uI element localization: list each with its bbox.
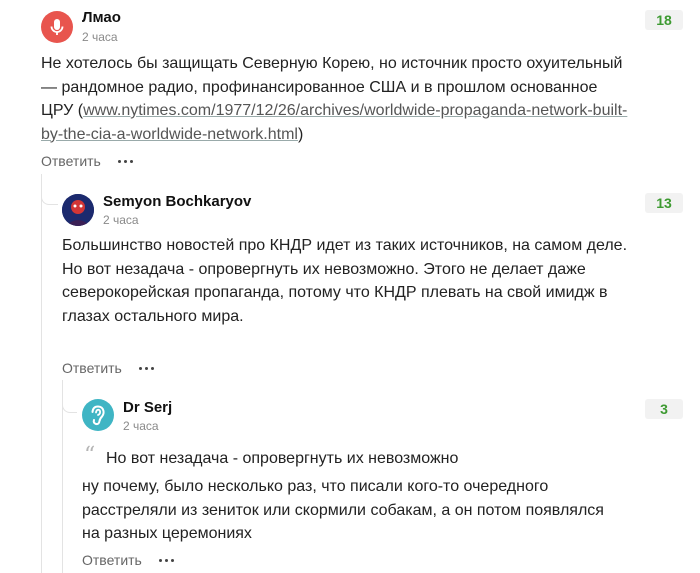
comment-semyon: Semyon Bochkaryov 2 часа 13 Большинство … xyxy=(0,188,700,378)
author-name[interactable]: Semyon Bochkaryov xyxy=(103,193,251,210)
dot-icon xyxy=(139,367,142,370)
quote-text: Но вот незадача - опровергнуть их невозм… xyxy=(106,450,459,467)
avatar[interactable] xyxy=(62,194,94,226)
dot-icon xyxy=(124,160,127,163)
ear-icon xyxy=(91,405,105,426)
dot-icon xyxy=(159,559,162,562)
rating-badge: 18 xyxy=(645,10,683,30)
avatar[interactable] xyxy=(41,11,73,43)
microphone-icon xyxy=(50,19,64,35)
comment-text: Большинство новостей про КНДР идет из та… xyxy=(62,234,632,328)
author-name[interactable]: Лмао xyxy=(82,9,121,26)
user-photo-icon xyxy=(62,194,94,226)
more-options-button[interactable] xyxy=(139,367,154,370)
comment-paragraph: Большинство новостей про КНДР идет из та… xyxy=(62,237,628,254)
dot-icon xyxy=(130,160,133,163)
reply-button[interactable]: Ответить xyxy=(41,153,101,169)
comment-text: ну почему, было несколько раз, что писал… xyxy=(82,478,604,542)
dot-icon xyxy=(151,367,154,370)
author-name[interactable]: Dr Serj xyxy=(123,399,172,416)
more-options-button[interactable] xyxy=(159,559,174,562)
quote-icon: “ xyxy=(84,443,96,468)
comment-text-after: ) xyxy=(297,125,304,143)
dot-icon xyxy=(145,367,148,370)
dot-icon xyxy=(118,160,121,163)
reply-button[interactable]: Ответить xyxy=(82,552,142,568)
dot-icon xyxy=(165,559,168,562)
comment-lmao: Лмао 2 часа 18 Не хотелось бы защищать С… xyxy=(0,0,700,175)
comment-text: Не хотелось бы защищать Северную Корею, … xyxy=(41,52,631,146)
reply-button[interactable]: Ответить xyxy=(62,360,122,376)
timestamp: 2 часа xyxy=(103,213,139,227)
avatar[interactable] xyxy=(82,399,114,431)
source-link[interactable]: www.nytimes.com/1977/12/26/archives/worl… xyxy=(41,102,627,143)
comment-paragraph: Но вот незадача - опровергнуть их невозм… xyxy=(62,260,608,325)
rating-badge: 3 xyxy=(645,399,683,419)
more-options-button[interactable] xyxy=(118,160,133,163)
comment-dr-serj: Dr Serj 2 часа 3 “ Но вот незадача - опр… xyxy=(0,397,700,573)
timestamp: 2 часа xyxy=(123,419,159,433)
timestamp: 2 часа xyxy=(82,30,118,44)
dot-icon xyxy=(171,559,174,562)
rating-badge: 13 xyxy=(645,193,683,213)
